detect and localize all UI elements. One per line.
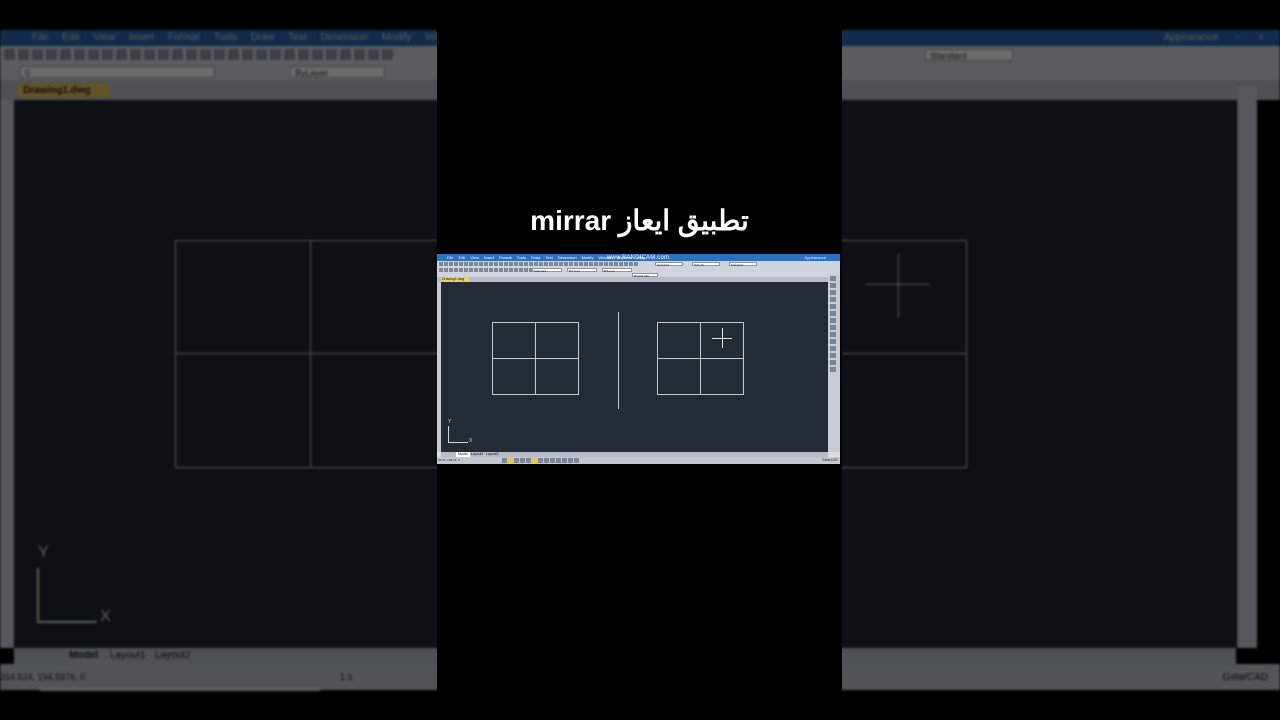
bg-ucs-x-label: X bbox=[100, 608, 111, 625]
bg-style-dropdown: Standard bbox=[925, 49, 1013, 61]
cad-appearance-label[interactable]: Appearance bbox=[804, 254, 826, 261]
bg-menu-bar: File Edit View Insert Format Tools Draw … bbox=[0, 30, 461, 46]
bg-tab-model: Model bbox=[69, 650, 98, 661]
bg-menu-text: Text bbox=[288, 32, 307, 43]
cad-menu-modify[interactable]: Modify bbox=[582, 254, 594, 261]
bg-cursor-v bbox=[898, 254, 899, 318]
cad-menu-draw[interactable]: Draw bbox=[531, 254, 540, 261]
bg-ucs-x-axis bbox=[37, 621, 97, 623]
bg-file-tab: Drawing1.dwg bbox=[18, 83, 109, 98]
cad-window: File Edit View Insert Format Tools Draw … bbox=[437, 254, 840, 464]
cad-coordinates: 66.01, 138.22, 0 bbox=[438, 458, 460, 462]
ucs-x-axis bbox=[448, 442, 468, 443]
cad-text-style-dropdown[interactable]: Standard bbox=[655, 262, 683, 267]
mirrored-rectangle-divider-h[interactable] bbox=[657, 358, 744, 359]
bg-menu-insert: Insert bbox=[128, 32, 154, 43]
bg-left-toolbar bbox=[0, 100, 14, 648]
cad-menu-dimension[interactable]: Dimension bbox=[558, 254, 577, 261]
ucs-x-label: X bbox=[469, 438, 473, 444]
cad-menu-format[interactable]: Format bbox=[499, 254, 512, 261]
bg-toolbar-icons bbox=[4, 49, 393, 60]
bg-window-controls: - ▫ × bbox=[1213, 32, 1272, 43]
cad-status-toggles[interactable] bbox=[502, 458, 579, 463]
bg-coordinates: 264.524, 194.5976, 0 bbox=[0, 672, 86, 682]
bg-menu-dimension: Dimension bbox=[320, 32, 368, 43]
bg-scrollbar bbox=[40, 688, 320, 691]
bg-menu-file: File bbox=[32, 32, 49, 43]
bg-ucs-y-axis bbox=[37, 568, 39, 623]
mirror-axis-line[interactable] bbox=[618, 312, 619, 409]
cad-menu-edit[interactable]: Edit bbox=[458, 254, 465, 261]
cad-toolbar-icons-row1[interactable] bbox=[439, 262, 638, 266]
bg-menu-format: Format bbox=[167, 32, 200, 43]
bg-bylayer-dropdown: ByLayer bbox=[290, 66, 385, 78]
cad-menu-view[interactable]: View bbox=[470, 254, 479, 261]
bg-tab-layout1: Layout1 bbox=[110, 650, 146, 661]
bg-menu-tools: Tools bbox=[213, 32, 237, 43]
bg-right-toolbar bbox=[1237, 86, 1257, 648]
ucs-y-label: Y bbox=[448, 419, 452, 425]
cad-menu-insert[interactable]: Insert bbox=[484, 254, 494, 261]
original-rectangle-divider-h[interactable] bbox=[492, 358, 579, 359]
ucs-y-axis bbox=[448, 426, 449, 443]
cad-modify-icons[interactable] bbox=[830, 276, 836, 372]
bg-scale: 1:1 bbox=[340, 672, 353, 682]
cad-drawing-canvas[interactable]: Y X bbox=[441, 282, 828, 452]
cad-menu-file[interactable]: File bbox=[447, 254, 453, 261]
bg-menu-view: View bbox=[93, 32, 115, 43]
bg-appearance-label: Appearance bbox=[1164, 32, 1218, 43]
cad-dim-style-dropdown[interactable]: ISO-25 bbox=[692, 262, 720, 267]
cad-menu-tools[interactable]: Tools bbox=[517, 254, 526, 261]
cad-table-style-dropdown[interactable]: Standard bbox=[729, 262, 757, 267]
cad-brand-label: GstarCAD bbox=[822, 458, 838, 462]
cad-menu-text[interactable]: Text bbox=[545, 254, 552, 261]
bg-ucs-y-label: Y bbox=[38, 544, 49, 561]
cad-right-modify-toolbar bbox=[828, 274, 840, 452]
crosshair-cursor-v bbox=[722, 328, 723, 348]
bg-layer-dropdown: 0 bbox=[20, 66, 215, 78]
video-caption: تطبيق ايعاز mirrar bbox=[530, 205, 749, 236]
bg-menu-modify: Modify bbox=[381, 32, 412, 43]
bg-menu-edit: Edit bbox=[62, 32, 80, 43]
bg-tab-layout2: Layout2 bbox=[155, 650, 191, 661]
bg-brand-label: GstarCAD bbox=[1222, 672, 1268, 683]
cad-plotstyle-dropdown[interactable]: BYCOLOR bbox=[632, 272, 658, 278]
bg-menu-draw: Draw bbox=[250, 32, 275, 43]
cad-status-bar: 66.01, 138.22, 0 GstarCAD bbox=[437, 457, 840, 464]
